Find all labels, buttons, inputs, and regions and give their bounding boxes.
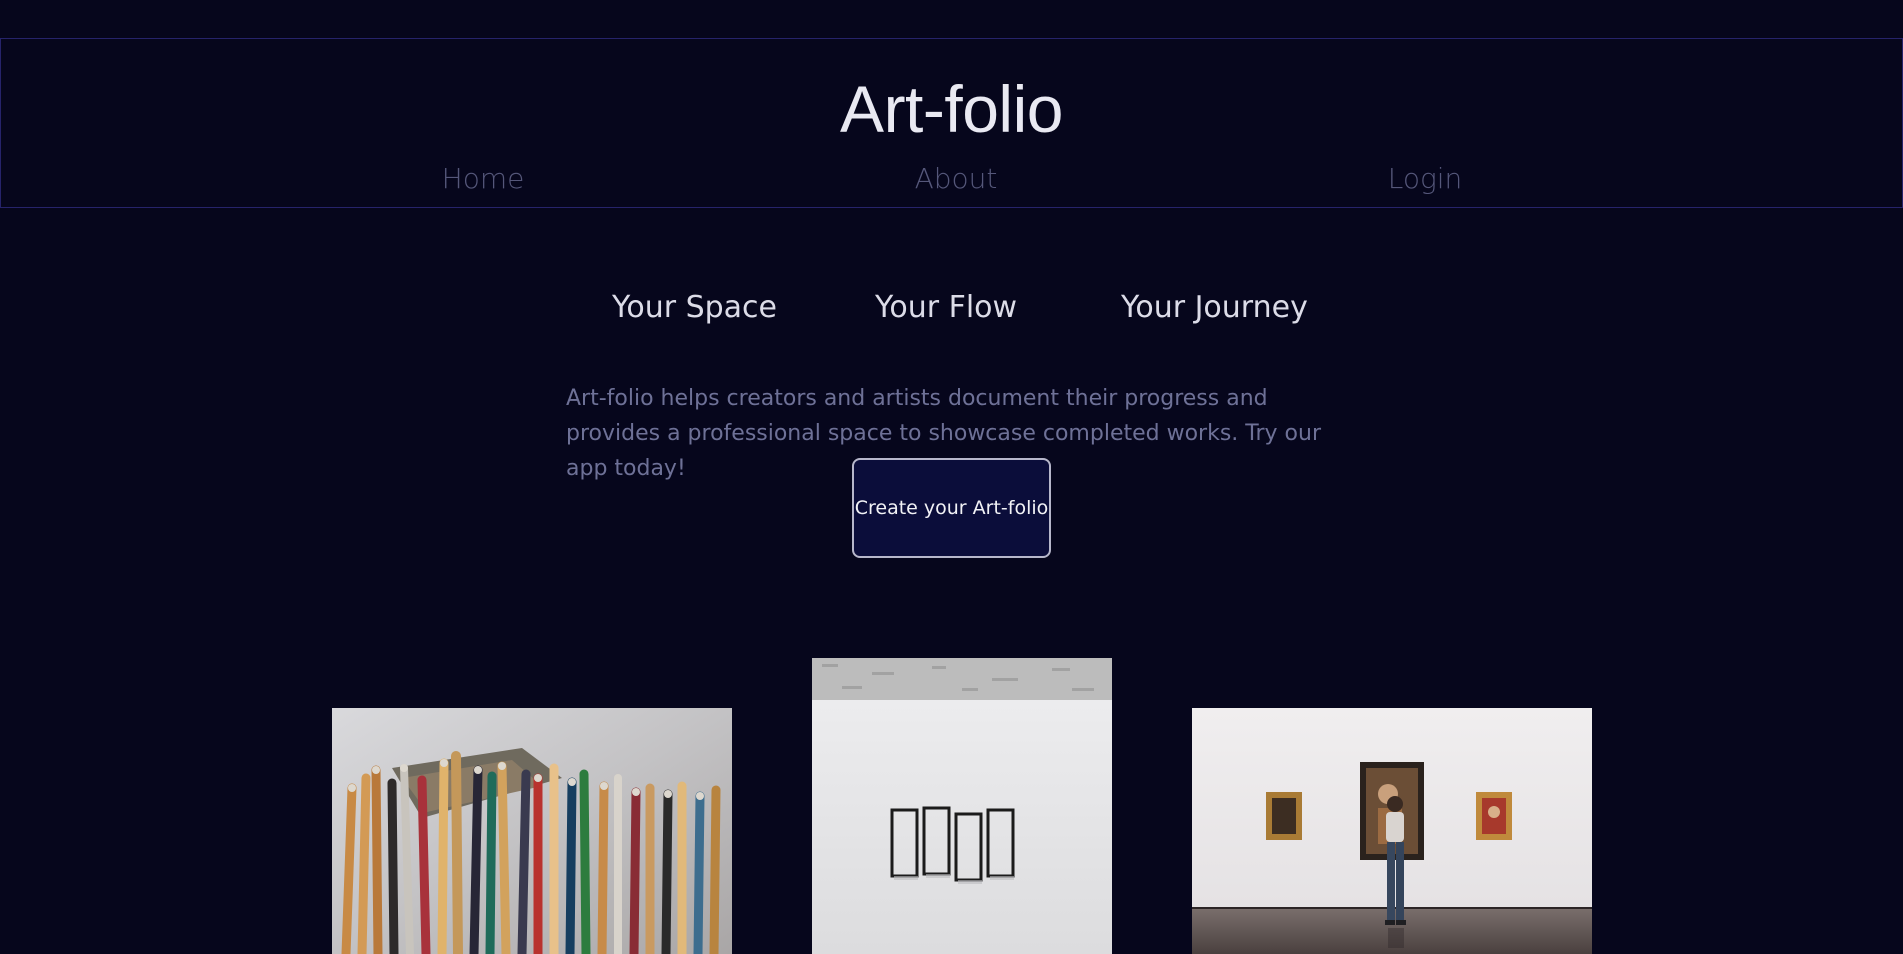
paint-brushes-photo — [332, 708, 732, 954]
nav-about-link[interactable]: About — [915, 161, 998, 197]
gallery-visitor-photo — [1192, 708, 1592, 954]
nav-login-link[interactable]: Login — [1388, 161, 1463, 197]
site-header: Art-folio Home About Login — [0, 38, 1903, 208]
brand-title: Art-folio — [840, 72, 1063, 146]
tagline-your-flow: Your Flow — [875, 290, 1018, 325]
nav-home-link[interactable]: Home — [442, 161, 525, 197]
tagline-your-space: Your Space — [612, 290, 777, 325]
tagline-your-journey: Your Journey — [1121, 290, 1308, 325]
empty-frames-wall-photo — [812, 658, 1112, 954]
create-artfolio-button[interactable]: Create your Art-folio — [852, 458, 1051, 558]
